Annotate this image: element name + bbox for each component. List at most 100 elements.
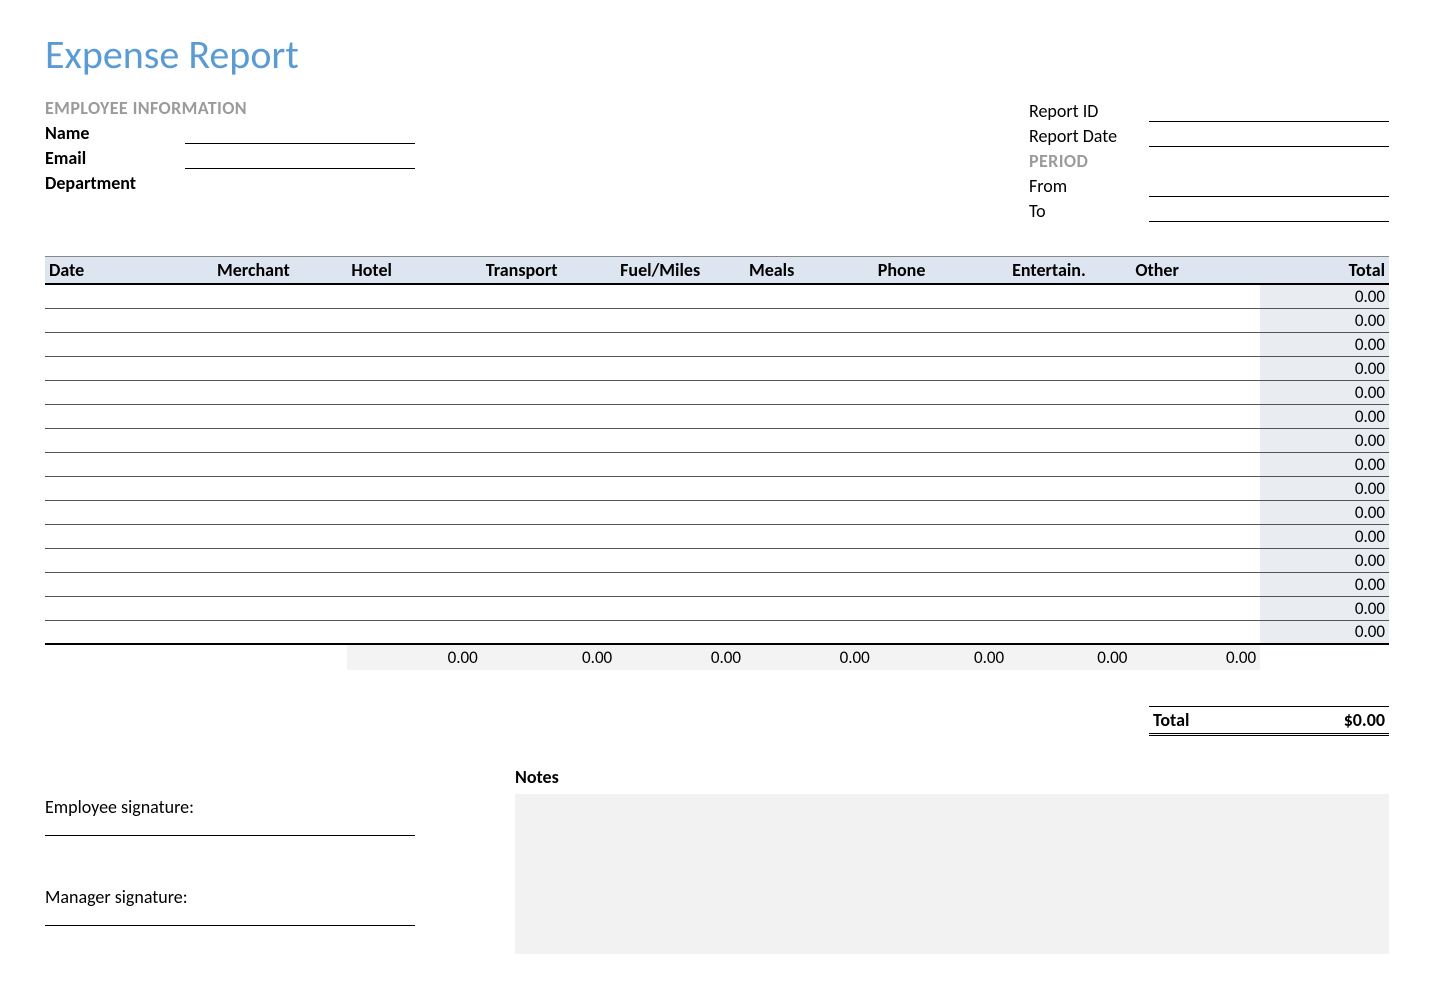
cell[interactable] [213, 524, 347, 548]
cell[interactable] [1131, 572, 1260, 596]
cell[interactable] [347, 500, 481, 524]
cell[interactable] [1008, 548, 1131, 572]
cell[interactable] [745, 548, 874, 572]
cell[interactable] [1008, 380, 1131, 404]
cell[interactable] [45, 332, 213, 356]
cell[interactable] [1008, 500, 1131, 524]
cell[interactable] [745, 620, 874, 644]
cell[interactable] [874, 524, 1008, 548]
cell[interactable] [745, 380, 874, 404]
cell[interactable] [347, 620, 481, 644]
cell[interactable] [1008, 524, 1131, 548]
cell[interactable] [1131, 548, 1260, 572]
cell[interactable] [482, 356, 616, 380]
cell[interactable] [213, 452, 347, 476]
cell[interactable] [745, 356, 874, 380]
cell[interactable] [616, 308, 745, 332]
cell[interactable] [1131, 620, 1260, 644]
cell[interactable] [1131, 284, 1260, 308]
cell[interactable] [213, 428, 347, 452]
to-field[interactable] [1149, 202, 1389, 222]
cell[interactable] [482, 404, 616, 428]
cell[interactable] [347, 332, 481, 356]
cell[interactable] [745, 308, 874, 332]
cell[interactable] [213, 284, 347, 308]
cell[interactable] [347, 404, 481, 428]
cell[interactable] [45, 308, 213, 332]
department-field[interactable] [185, 174, 415, 194]
cell[interactable] [213, 380, 347, 404]
cell[interactable] [482, 428, 616, 452]
cell[interactable] [45, 572, 213, 596]
cell[interactable] [616, 500, 745, 524]
cell[interactable] [616, 284, 745, 308]
cell[interactable] [616, 452, 745, 476]
cell[interactable] [482, 524, 616, 548]
cell[interactable] [45, 500, 213, 524]
cell[interactable] [1008, 332, 1131, 356]
cell[interactable] [213, 404, 347, 428]
cell[interactable] [482, 380, 616, 404]
cell[interactable] [874, 548, 1008, 572]
cell[interactable] [1008, 284, 1131, 308]
cell[interactable] [213, 620, 347, 644]
cell[interactable] [213, 356, 347, 380]
cell[interactable] [482, 596, 616, 620]
cell[interactable] [874, 404, 1008, 428]
cell[interactable] [45, 620, 213, 644]
cell[interactable] [1008, 452, 1131, 476]
cell[interactable] [1131, 356, 1260, 380]
cell[interactable] [347, 428, 481, 452]
cell[interactable] [745, 404, 874, 428]
cell[interactable] [347, 596, 481, 620]
cell[interactable] [213, 548, 347, 572]
cell[interactable] [745, 524, 874, 548]
cell[interactable] [347, 548, 481, 572]
cell[interactable] [1131, 596, 1260, 620]
cell[interactable] [1008, 356, 1131, 380]
manager-signature-line[interactable] [45, 908, 415, 926]
cell[interactable] [482, 284, 616, 308]
cell[interactable] [616, 476, 745, 500]
cell[interactable] [45, 524, 213, 548]
cell[interactable] [874, 380, 1008, 404]
notes-box[interactable] [515, 794, 1389, 954]
cell[interactable] [1131, 476, 1260, 500]
cell[interactable] [45, 404, 213, 428]
cell[interactable] [1008, 404, 1131, 428]
cell[interactable] [1131, 428, 1260, 452]
cell[interactable] [874, 428, 1008, 452]
cell[interactable] [482, 500, 616, 524]
cell[interactable] [347, 476, 481, 500]
cell[interactable] [616, 620, 745, 644]
cell[interactable] [1131, 404, 1260, 428]
cell[interactable] [616, 404, 745, 428]
cell[interactable] [1008, 596, 1131, 620]
email-field[interactable] [185, 149, 415, 169]
cell[interactable] [616, 380, 745, 404]
cell[interactable] [1131, 308, 1260, 332]
cell[interactable] [616, 524, 745, 548]
cell[interactable] [213, 476, 347, 500]
cell[interactable] [213, 500, 347, 524]
cell[interactable] [45, 548, 213, 572]
cell[interactable] [347, 284, 481, 308]
cell[interactable] [745, 572, 874, 596]
cell[interactable] [616, 596, 745, 620]
cell[interactable] [616, 356, 745, 380]
cell[interactable] [745, 284, 874, 308]
cell[interactable] [482, 332, 616, 356]
cell[interactable] [482, 308, 616, 332]
cell[interactable] [45, 380, 213, 404]
cell[interactable] [616, 548, 745, 572]
cell[interactable] [482, 548, 616, 572]
cell[interactable] [347, 308, 481, 332]
cell[interactable] [1131, 452, 1260, 476]
cell[interactable] [874, 476, 1008, 500]
cell[interactable] [1131, 380, 1260, 404]
report-id-field[interactable] [1149, 102, 1389, 122]
employee-signature-line[interactable] [45, 818, 415, 836]
cell[interactable] [1008, 308, 1131, 332]
cell[interactable] [1008, 620, 1131, 644]
cell[interactable] [874, 332, 1008, 356]
